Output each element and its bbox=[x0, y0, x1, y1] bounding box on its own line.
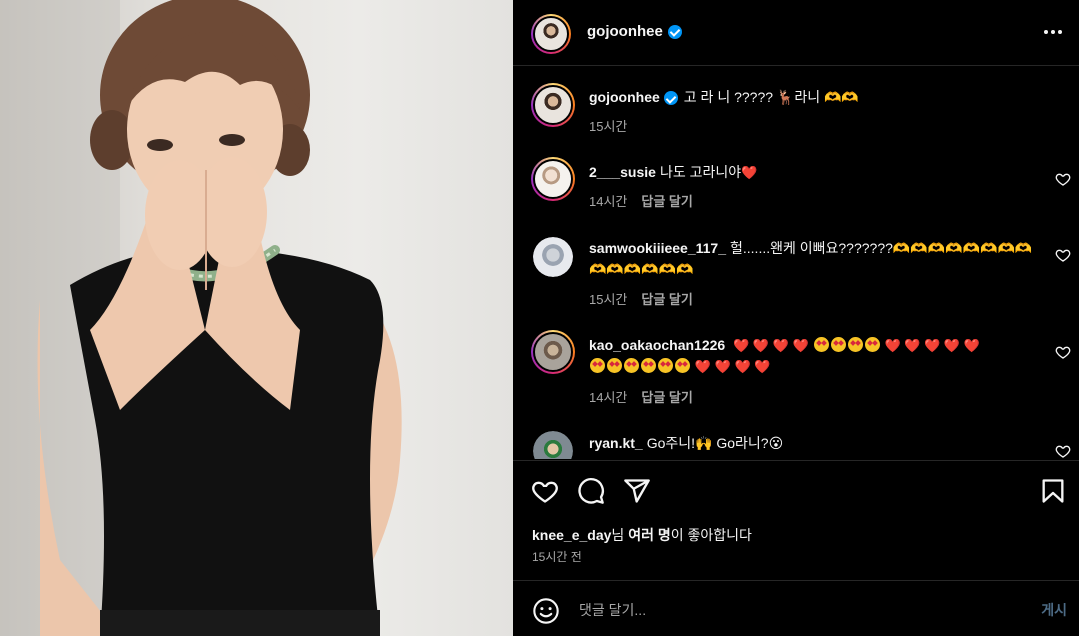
commenter-avatar[interactable] bbox=[531, 330, 575, 374]
likes-others[interactable]: 여러 명 bbox=[628, 527, 671, 543]
likes-suffix: 님 bbox=[611, 527, 629, 543]
comment-username[interactable]: ryan.kt_ bbox=[589, 435, 643, 451]
comment-like-heart-icon[interactable] bbox=[1055, 171, 1071, 187]
comment-meta: 14시간 답글 달기 bbox=[589, 191, 693, 210]
commenter-avatar[interactable] bbox=[531, 157, 575, 201]
comment-body: 2___susie 나도 고라니야❤️ bbox=[589, 162, 1037, 183]
post-comment-button[interactable]: 게시 bbox=[1041, 600, 1067, 620]
post-actions: knee_e_day님 여러 명이 좋아합니다 15시간 전 bbox=[513, 460, 1079, 580]
verified-badge-icon bbox=[663, 91, 678, 106]
likes-suffix-2: 이 좋아합니다 bbox=[670, 527, 752, 543]
author-username-text[interactable]: gojoonhee bbox=[587, 23, 663, 40]
comment-time[interactable]: 14시간 bbox=[589, 387, 627, 406]
comment-username[interactable]: kao_oakaochan1226 bbox=[589, 337, 725, 353]
caption-meta: 15시간 bbox=[589, 116, 627, 135]
comment-body: ryan.kt_ Go주니!🙌 Go라니?😮 bbox=[589, 433, 1037, 454]
comment-item: samwookiiieee_117_ 헐.......왠케 이뻐요???????🫶… bbox=[531, 235, 1071, 311]
comment-meta: 14시간 답글 달기 bbox=[589, 387, 693, 406]
comment-meta: 15시간 답글 달기 bbox=[589, 289, 693, 308]
comment-text: Go주니!🙌 Go라니?😮 bbox=[646, 435, 784, 451]
caption-username[interactable]: gojoonhee bbox=[589, 89, 660, 105]
comment-input[interactable] bbox=[579, 596, 999, 624]
comments-list[interactable]: gojoonhee 고 라 니 ????? 🦌라니 🫶🫶 15시간 2___sus… bbox=[513, 67, 1079, 459]
author-avatar[interactable] bbox=[531, 14, 571, 54]
heart-emoji-icon: ❤️ bbox=[741, 165, 758, 180]
comment-item: ryan.kt_ Go주니!🙌 Go라니?😮 bbox=[531, 431, 1071, 459]
comment-username[interactable]: samwookiiieee_117_ bbox=[589, 240, 726, 256]
share-send-icon[interactable] bbox=[623, 477, 651, 505]
reply-button[interactable]: 답글 달기 bbox=[641, 387, 692, 406]
caption-time[interactable]: 15시간 bbox=[589, 116, 627, 135]
comment-item: kao_oakaochan1226 ❤️ ❤️ ❤️ ❤️ ❤️ ❤️ ❤️ ❤… bbox=[531, 330, 1071, 406]
likes-first-user[interactable]: knee_e_day bbox=[532, 527, 611, 543]
comment-time[interactable]: 14시간 bbox=[589, 191, 627, 210]
commenter-avatar[interactable] bbox=[533, 237, 573, 277]
reply-button[interactable]: 답글 달기 bbox=[641, 191, 692, 210]
commenter-avatar[interactable] bbox=[533, 431, 573, 459]
comment-body: kao_oakaochan1226 ❤️ ❤️ ❤️ ❤️ ❤️ ❤️ ❤️ ❤… bbox=[589, 335, 1037, 377]
post-side-panel: gojoonhee gojoonhee 고 라 니 ????? 🦌라니 🫶🫶 15… bbox=[513, 0, 1079, 636]
comment-body: samwookiiieee_117_ 헐.......왠케 이뻐요???????🫶… bbox=[589, 238, 1037, 280]
comment-composer: 게시 bbox=[513, 580, 1079, 636]
comment-bubble-icon[interactable] bbox=[577, 477, 605, 505]
reply-button[interactable]: 답글 달기 bbox=[641, 289, 692, 308]
post-photo[interactable] bbox=[0, 0, 513, 636]
comment-like-heart-icon[interactable] bbox=[1055, 344, 1071, 360]
comment-time[interactable]: 15시간 bbox=[589, 289, 627, 308]
comment-item: 2___susie 나도 고라니야❤️ 14시간 답글 달기 bbox=[531, 157, 1071, 217]
posted-time[interactable]: 15시간 전 bbox=[532, 548, 582, 565]
caption-body: gojoonhee 고 라 니 ????? 🦌라니 🫶🫶 bbox=[589, 87, 1037, 108]
comment-username[interactable]: 2___susie bbox=[589, 164, 656, 180]
author-username[interactable]: gojoonhee bbox=[587, 23, 682, 40]
post-photo-illustration bbox=[0, 0, 402, 636]
comment-text: 나도 고라니야 bbox=[659, 164, 742, 180]
post-header: gojoonhee bbox=[513, 0, 1079, 66]
more-options-icon[interactable] bbox=[1039, 20, 1067, 44]
emoji-smile-icon[interactable] bbox=[532, 597, 560, 625]
comment-like-heart-icon[interactable] bbox=[1055, 247, 1071, 263]
bookmark-save-icon[interactable] bbox=[1039, 477, 1067, 505]
like-heart-icon[interactable] bbox=[531, 477, 559, 505]
comment-like-heart-icon[interactable] bbox=[1055, 443, 1071, 459]
verified-badge-icon bbox=[667, 24, 682, 39]
caption: gojoonhee 고 라 니 ????? 🦌라니 🫶🫶 15시간 bbox=[531, 83, 1071, 143]
caption-avatar[interactable] bbox=[531, 83, 575, 127]
likes-summary[interactable]: knee_e_day님 여러 명이 좋아합니다 bbox=[532, 525, 752, 545]
caption-text: 고 라 니 ????? 🦌라니 🫶🫶 bbox=[683, 89, 859, 105]
